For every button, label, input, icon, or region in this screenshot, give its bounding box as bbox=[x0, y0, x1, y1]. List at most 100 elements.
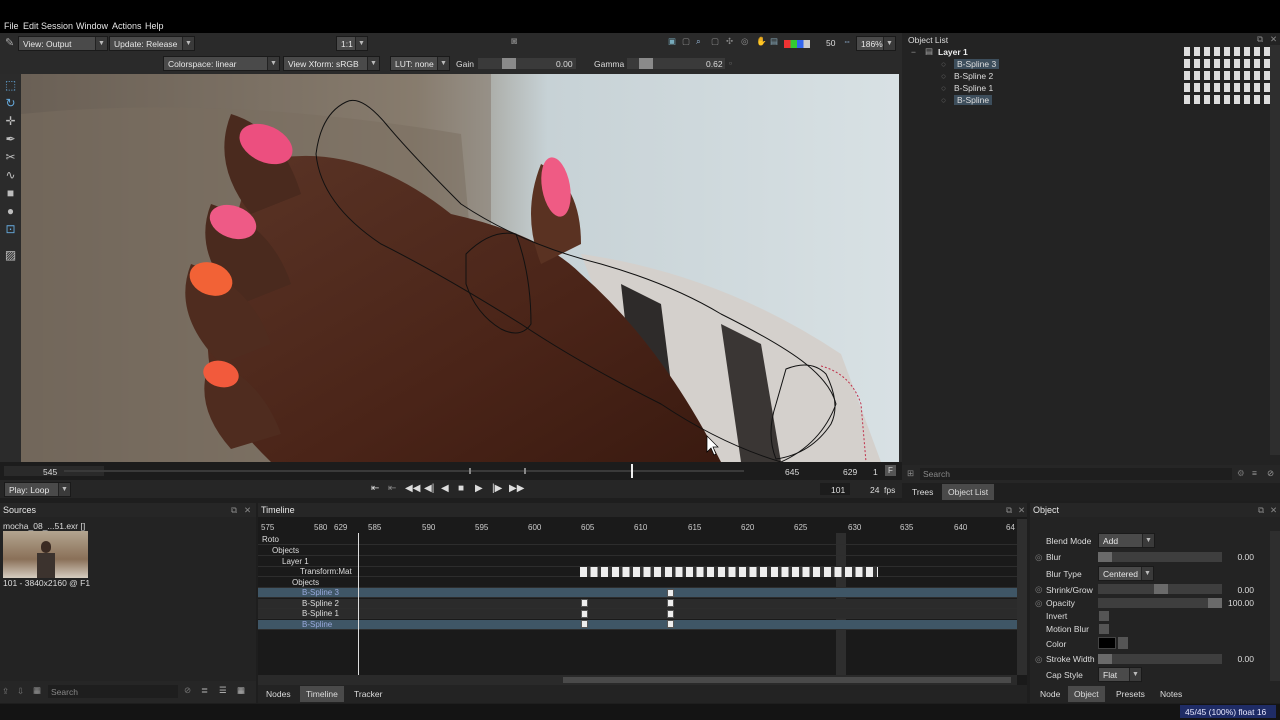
step-forward-icon[interactable]: |▶ bbox=[492, 483, 502, 494]
pen-tool-icon[interactable]: ✒ bbox=[3, 132, 18, 147]
blur-type-select[interactable]: Centered ▼ bbox=[1098, 566, 1154, 581]
slider-knob[interactable] bbox=[1098, 552, 1112, 562]
fps-value[interactable]: 24 bbox=[870, 485, 879, 495]
object-list-scrollbar[interactable] bbox=[1270, 45, 1280, 455]
stop-icon[interactable]: ■ bbox=[458, 483, 464, 494]
add-icon[interactable]: ⊞ bbox=[907, 468, 914, 479]
select-tool-icon[interactable]: ⬚ bbox=[3, 78, 18, 93]
clip-icon[interactable]: ▦ bbox=[33, 685, 41, 696]
go-to-start-icon[interactable]: ⇤ bbox=[371, 483, 379, 494]
list-view-icon[interactable]: ≡ bbox=[1252, 468, 1257, 478]
gain-slider-knob[interactable] bbox=[502, 58, 516, 69]
transform-keyframes[interactable] bbox=[580, 567, 878, 577]
float-panel-icon[interactable]: ⧉ bbox=[1258, 505, 1264, 516]
list-view-icon[interactable]: ≣ bbox=[201, 685, 208, 696]
target-icon[interactable]: ◎ bbox=[741, 36, 748, 47]
zoom-ratio-select[interactable]: 1:1 ▼ bbox=[336, 36, 368, 51]
blur-slider[interactable] bbox=[1098, 552, 1222, 562]
timeline-hscrollbar[interactable] bbox=[258, 675, 1017, 685]
settings-icon[interactable]: ⚙ bbox=[1237, 468, 1245, 479]
channel-rgb-icon[interactable] bbox=[784, 40, 810, 48]
timeline-row[interactable]: Roto bbox=[258, 535, 1017, 545]
blend-mode-select[interactable]: Add ▼ bbox=[1098, 533, 1155, 548]
color-picker-button[interactable] bbox=[1118, 637, 1128, 649]
play-forward-icon[interactable]: ▶ bbox=[475, 483, 483, 494]
reset-icon[interactable]: ▫ bbox=[729, 58, 732, 68]
object-item-bspline-3[interactable]: B-Spline 3 bbox=[954, 59, 1000, 69]
keyframe-toggle-icon[interactable]: ◎ bbox=[1035, 654, 1042, 665]
clear-icon[interactable]: ⊘ bbox=[1267, 468, 1274, 479]
opacity-slider[interactable] bbox=[1098, 598, 1222, 608]
image-viewer[interactable] bbox=[21, 74, 899, 462]
menu-file[interactable]: File bbox=[4, 21, 19, 31]
ellipse-tool-icon[interactable]: ● bbox=[3, 204, 18, 219]
update-select[interactable]: Update: Release ▼ bbox=[109, 36, 195, 51]
slider-knob[interactable] bbox=[1208, 598, 1222, 608]
timeline-row[interactable]: B-Spline bbox=[258, 620, 1017, 630]
keyframe[interactable] bbox=[667, 599, 674, 607]
playhead[interactable] bbox=[631, 464, 633, 478]
keyframe[interactable] bbox=[581, 599, 588, 607]
prev-key-icon[interactable]: ⇤ bbox=[388, 483, 396, 494]
layer-visibility-toggles[interactable] bbox=[1184, 47, 1272, 56]
tab-node[interactable]: Node bbox=[1034, 686, 1066, 702]
close-icon[interactable]: ✕ bbox=[1270, 34, 1277, 45]
menu-window[interactable]: Window bbox=[76, 21, 108, 31]
fit-icon[interactable]: ✣ bbox=[726, 36, 733, 47]
clip-thumbnail[interactable] bbox=[3, 531, 88, 578]
slider-knob[interactable] bbox=[1098, 654, 1112, 664]
keyframe[interactable] bbox=[667, 589, 674, 597]
properties-scrollbar[interactable] bbox=[1270, 531, 1280, 681]
clear-icon[interactable]: ⊘ bbox=[184, 685, 191, 696]
color-swatch[interactable] bbox=[1098, 637, 1116, 649]
grid-view-icon[interactable]: ▦ bbox=[237, 685, 245, 696]
export-icon[interactable]: ⇩ bbox=[17, 686, 24, 697]
scrollbar-thumb[interactable] bbox=[563, 677, 1011, 683]
object-search-input[interactable]: Search bbox=[920, 468, 1232, 480]
tab-nodes[interactable]: Nodes bbox=[260, 686, 297, 702]
slider-knob[interactable] bbox=[1154, 584, 1168, 594]
timeline-row[interactable]: Layer 1 bbox=[258, 557, 1017, 567]
magnifier-icon[interactable]: ⌕ bbox=[696, 36, 701, 47]
keyframe[interactable] bbox=[581, 610, 588, 618]
menu-session[interactable]: Session bbox=[41, 21, 73, 31]
item-visibility-toggles[interactable] bbox=[1184, 71, 1272, 80]
collapse-icon[interactable]: − bbox=[911, 47, 916, 57]
invert-checkbox[interactable] bbox=[1099, 611, 1109, 621]
menu-actions[interactable]: Actions bbox=[112, 21, 142, 31]
rectangle-tool-icon[interactable]: ■ bbox=[3, 186, 18, 201]
item-visibility-toggles[interactable] bbox=[1184, 95, 1272, 104]
keyframe[interactable] bbox=[667, 620, 674, 628]
tab-notes[interactable]: Notes bbox=[1154, 686, 1188, 702]
scissors-icon[interactable]: ✂ bbox=[3, 150, 18, 165]
zoom-percent-select[interactable]: 186% ▼ bbox=[856, 36, 896, 51]
overlay-icon[interactable]: ▤ bbox=[770, 36, 778, 47]
keyframe-toggle-icon[interactable]: ◎ bbox=[1035, 552, 1042, 563]
frame-scrubber[interactable]: 545 645 629 1 F bbox=[0, 462, 902, 480]
tab-object-list[interactable]: Object List bbox=[942, 484, 995, 500]
camera-icon[interactable]: ◙ bbox=[511, 36, 517, 47]
tab-presets[interactable]: Presets bbox=[1110, 686, 1151, 702]
view-output-select[interactable]: View: Output ▼ bbox=[18, 36, 108, 51]
tab-object[interactable]: Object bbox=[1068, 686, 1105, 702]
close-icon[interactable]: ✕ bbox=[244, 505, 251, 516]
close-icon[interactable]: ✕ bbox=[1018, 505, 1025, 516]
shrink-grow-slider[interactable] bbox=[1098, 584, 1222, 594]
menu-help[interactable]: Help bbox=[145, 21, 164, 31]
timeline-vscrollbar[interactable] bbox=[1017, 519, 1027, 675]
tab-trees[interactable]: Trees bbox=[906, 484, 939, 500]
motion-blur-checkbox[interactable] bbox=[1099, 624, 1109, 634]
fit-width-icon[interactable]: ⇔ bbox=[843, 36, 852, 46]
timeline-row[interactable]: B-Spline 3 bbox=[258, 588, 1017, 598]
lut-select[interactable]: LUT: none ▼ bbox=[390, 56, 450, 71]
magnetic-tool-icon[interactable]: ⊡ bbox=[3, 222, 18, 237]
timeline-row[interactable]: B-Spline 2 bbox=[258, 599, 1017, 609]
keyframe[interactable] bbox=[581, 620, 588, 628]
object-item-bspline-1[interactable]: B-Spline 1 bbox=[954, 83, 993, 93]
scrubber-track[interactable] bbox=[64, 470, 744, 472]
play-mode-select[interactable]: Play: Loop ▼ bbox=[4, 482, 71, 497]
colorspace-select[interactable]: Colorspace: linear ▼ bbox=[163, 56, 280, 71]
hand-icon[interactable]: ✋ bbox=[756, 36, 767, 47]
add-point-icon[interactable]: ✛ bbox=[3, 114, 18, 129]
tab-timeline[interactable]: Timeline bbox=[300, 686, 344, 702]
